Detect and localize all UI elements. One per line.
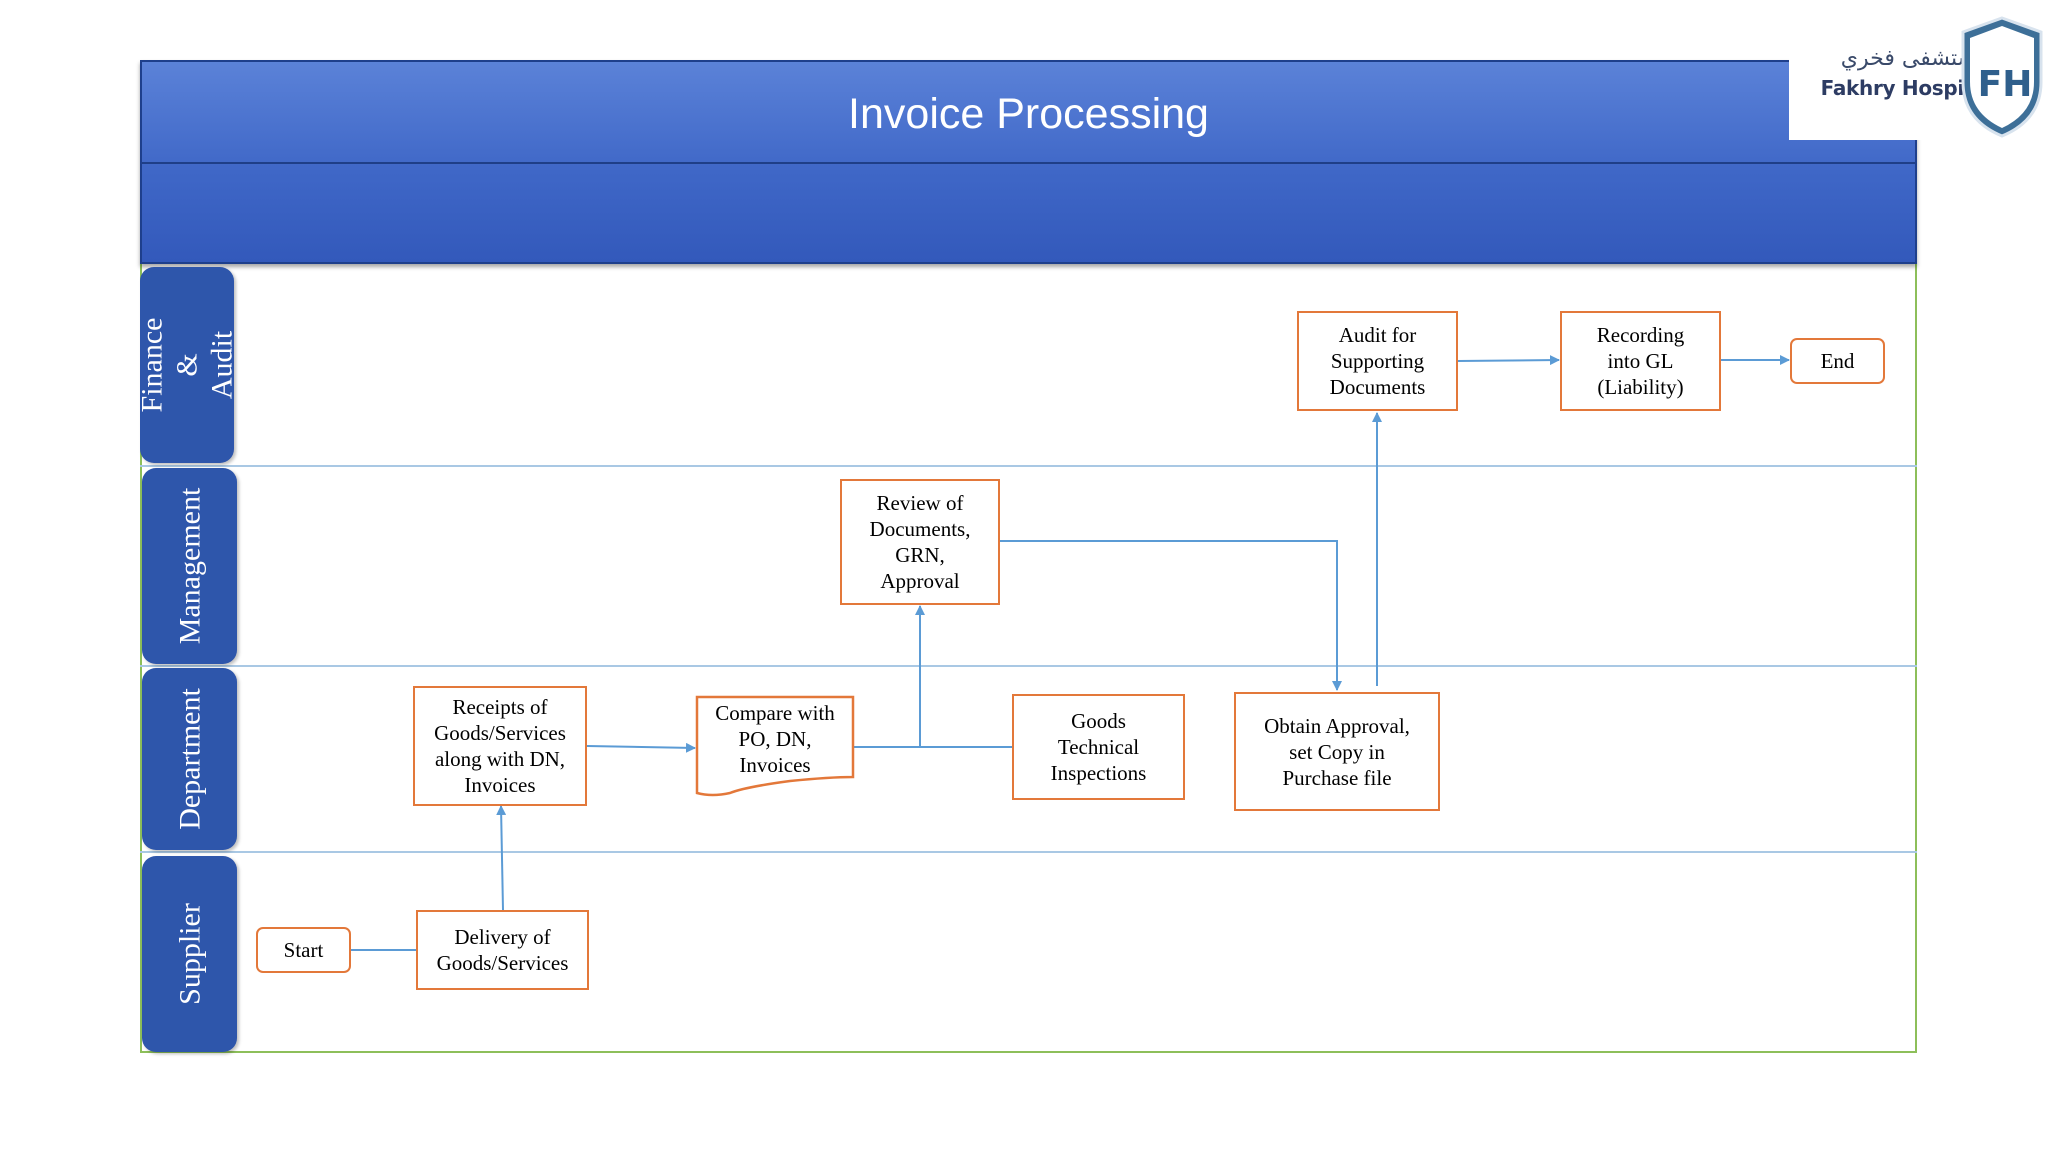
receipts-node: Receipts of Goods/Services along with DN… (413, 686, 587, 806)
review-node: Review of Documents, GRN, Approval (840, 479, 1000, 605)
recording-node: Recording into GL (Liability) (1560, 311, 1721, 411)
connector-receipts-compare (586, 742, 696, 753)
connector-review-obtain (1000, 540, 1342, 691)
end-node: End (1790, 338, 1885, 384)
connector-delivery-receipts (496, 805, 507, 911)
inspection-node: Goods Technical Inspections (1012, 694, 1185, 800)
delivery-node: Delivery of Goods/Services (416, 910, 589, 990)
audit-node: Audit for Supporting Documents (1297, 311, 1458, 411)
compare-node-text: Compare with PO, DN, Invoices (715, 701, 835, 777)
obtain-node: Obtain Approval, set Copy in Purchase fi… (1234, 692, 1440, 811)
start-node: Start (256, 927, 351, 973)
flow-connectors (351, 355, 1790, 951)
connector-audit-recording (1457, 355, 1560, 366)
